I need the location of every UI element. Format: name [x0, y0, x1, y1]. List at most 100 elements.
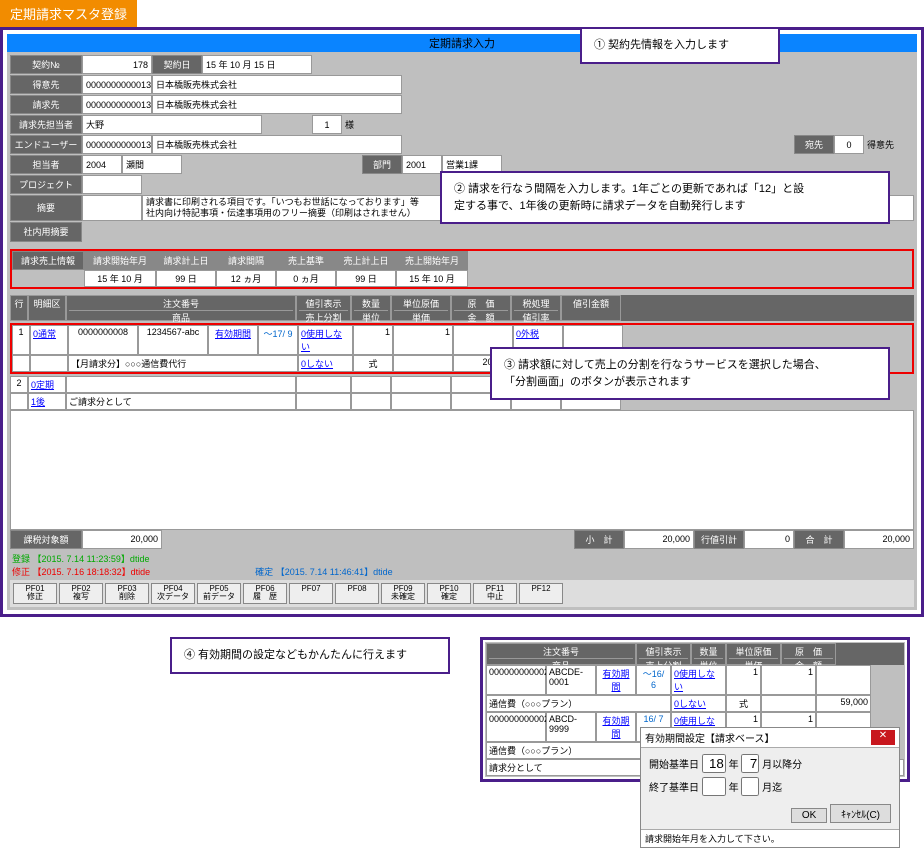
- val-tekiyo-cd[interactable]: [82, 195, 142, 221]
- bt-yuko-2[interactable]: 有効期間: [596, 712, 636, 742]
- val-bumon-cd[interactable]: 2001: [402, 155, 442, 174]
- bt-nm-0[interactable]: ABCDE-0001: [546, 665, 596, 695]
- callout-2: ② 請求を行なう間隔を入力します。1年ごとの更新であれば「12」と設定する事で、…: [440, 171, 890, 224]
- dlg-end-month[interactable]: [741, 777, 759, 796]
- bt-nm-1[interactable]: 通信費（○○○プラン）: [486, 695, 671, 712]
- bt-cd-0[interactable]: 0000000000024: [486, 665, 546, 695]
- page-title: 定期請求マスタ登録: [0, 0, 137, 27]
- td-tanka-1[interactable]: 1: [393, 325, 453, 355]
- callout-4: ④ 有効期間の設定などもかんたんに行えます: [170, 637, 450, 674]
- bt-use-1[interactable]: 0しない: [671, 695, 726, 712]
- cancel-button[interactable]: ｷｬﾝｾﾙ(C): [830, 804, 891, 823]
- val-kazei: 20,000: [82, 530, 162, 549]
- lbl-bumon: 部門: [362, 155, 402, 174]
- bt-yukov-0: ～16/ 6: [636, 665, 671, 695]
- val-tokui-nm: 日本橋販売株式会社: [152, 75, 402, 94]
- dlg-l2: 終了基準日: [649, 783, 699, 794]
- fkey-11[interactable]: PF11中止: [473, 583, 517, 605]
- log-touroku-v: 【2015. 7.14 11:23:59】dtide: [33, 554, 150, 564]
- lbl-uriage-start: 売上開始年月: [396, 251, 468, 270]
- th-tanka: 単位原価: [394, 297, 448, 311]
- dlg-start-month[interactable]: [741, 754, 759, 773]
- th-uriage-bunkatsu: 売上分割: [299, 311, 348, 324]
- td-use-1[interactable]: 0使用しない: [298, 325, 353, 355]
- td-no-1: 1: [12, 325, 30, 355]
- callout-1: ① 契約先情報を入力します: [580, 27, 780, 64]
- lbl-sikyu-start: 請求開始年月: [84, 251, 156, 270]
- lbl-seikyu: 請求先: [10, 95, 82, 114]
- th-gyo: 行: [10, 295, 28, 321]
- td-shohin-cd-1[interactable]: 0000000008: [68, 325, 138, 355]
- td-yuko-v-1: ～17/ 9: [258, 325, 298, 355]
- val-keiyaku-date[interactable]: 15 年 10 月 15 日: [202, 55, 312, 74]
- lbl-atesaki: 宛先: [794, 135, 834, 154]
- val-uriage-kijun[interactable]: 0 ヵ月: [276, 270, 336, 287]
- fkey-09[interactable]: PF09未確定: [381, 583, 425, 605]
- lbl-sikyu-kankaku: 請求間隔: [216, 251, 276, 270]
- td-suryo-1[interactable]: 1: [353, 325, 393, 355]
- td-chumon-1a[interactable]: 1234567-abc: [138, 325, 208, 355]
- lbl-tokui2: 得意先: [864, 135, 914, 154]
- td-desc-1[interactable]: 【月請求分】○○○通信費代行: [68, 355, 298, 372]
- ok-button[interactable]: OK: [791, 808, 827, 823]
- td-meisai-2b[interactable]: 1後: [28, 393, 66, 410]
- val-keiyaku-no[interactable]: 178: [82, 55, 152, 74]
- bt-use-0[interactable]: 0使用しない: [671, 665, 726, 695]
- val-uriage-keijo[interactable]: 99 日: [336, 270, 396, 287]
- lbl-sikyu-keijo: 請求計上日: [156, 251, 216, 270]
- fkey-03[interactable]: PF03削除: [105, 583, 149, 605]
- close-icon[interactable]: ✕: [871, 730, 895, 745]
- th-nebiki-k: 値引金額: [561, 295, 621, 321]
- bt-tanka-0[interactable]: 1: [761, 665, 816, 695]
- log-touroku-lbl: 登録: [12, 554, 30, 564]
- val-sikyu-start[interactable]: 15 年 10 月: [84, 270, 156, 287]
- bt-nm-2[interactable]: ABCD-9999: [546, 712, 596, 742]
- fkey-02[interactable]: PF02複写: [59, 583, 103, 605]
- lbl-tekiyo: 摘要: [10, 195, 82, 221]
- td-bunkatsu-use-1[interactable]: 0しない: [298, 355, 353, 372]
- lbl-shokei: 小 計: [574, 530, 624, 549]
- td-desc-2[interactable]: ご請求分として: [66, 393, 296, 410]
- td-yuko-link-1[interactable]: 有効期間: [208, 325, 258, 355]
- val-sikyu-keijo[interactable]: 99 日: [156, 270, 216, 287]
- val-sikyu-kankaku[interactable]: 12 ヵ月: [216, 270, 276, 287]
- dialog-title-text: 有効期間設定【請求ベース】: [645, 730, 775, 745]
- td-meisai-2[interactable]: 0定期: [28, 376, 66, 393]
- val-shokei: 20,000: [624, 530, 694, 549]
- fkey-08[interactable]: PF08: [335, 583, 379, 605]
- fkey-07[interactable]: PF07: [289, 583, 333, 605]
- td-meisai-1[interactable]: 0通常: [30, 325, 68, 355]
- lbl-kazei: 課税対象額: [10, 530, 82, 549]
- dlg-start-year[interactable]: [702, 754, 726, 773]
- fkey-10[interactable]: PF10確定: [427, 583, 471, 605]
- fkey-01[interactable]: PF01修正: [13, 583, 57, 605]
- fkey-12[interactable]: PF12: [519, 583, 563, 605]
- lbl-project: プロジェクト: [10, 175, 82, 194]
- th-suryo: 数量: [354, 297, 388, 311]
- lbl-seikyu-uriage: 請求売上情報: [12, 251, 84, 270]
- bt-cd-2[interactable]: 0000000000024: [486, 712, 546, 742]
- dialog-status: 請求開始年月を入力して下さい。: [641, 829, 899, 847]
- lbl-seikyu-tanto: 請求先担当者: [10, 115, 82, 134]
- val-uriage-start[interactable]: 15 年 10 月: [396, 270, 468, 287]
- fkey-06[interactable]: PF06履 歴: [243, 583, 287, 605]
- val-tanto-cd[interactable]: 2004: [82, 155, 122, 174]
- th-zei: 税処理: [514, 297, 558, 311]
- window-title: 定期請求入力: [7, 34, 917, 52]
- lbl-gyonebiki: 行値引計: [694, 530, 744, 549]
- val-atesaki[interactable]: 0: [834, 135, 864, 154]
- val-project[interactable]: [82, 175, 142, 194]
- val-tanto-no[interactable]: 1: [312, 115, 342, 134]
- val-enduser-cd[interactable]: 0000000000013: [82, 135, 152, 154]
- fkey-04[interactable]: PF04次データ: [151, 583, 195, 605]
- bt-suryo-0[interactable]: 1: [726, 665, 761, 695]
- val-tokui-cd[interactable]: 0000000000013: [82, 75, 152, 94]
- val-tanto-nm[interactable]: 大野: [82, 115, 262, 134]
- td-tanni2-1[interactable]: 式: [353, 355, 393, 372]
- fkey-05[interactable]: PF05前データ: [197, 583, 241, 605]
- bt-yuko-0[interactable]: 有効期間: [596, 665, 636, 695]
- dlg-end-year[interactable]: [702, 777, 726, 796]
- th-kin2: 金 額: [454, 311, 508, 324]
- bt-tanni-1[interactable]: 式: [726, 695, 761, 712]
- val-seikyu-cd[interactable]: 0000000000013: [82, 95, 152, 114]
